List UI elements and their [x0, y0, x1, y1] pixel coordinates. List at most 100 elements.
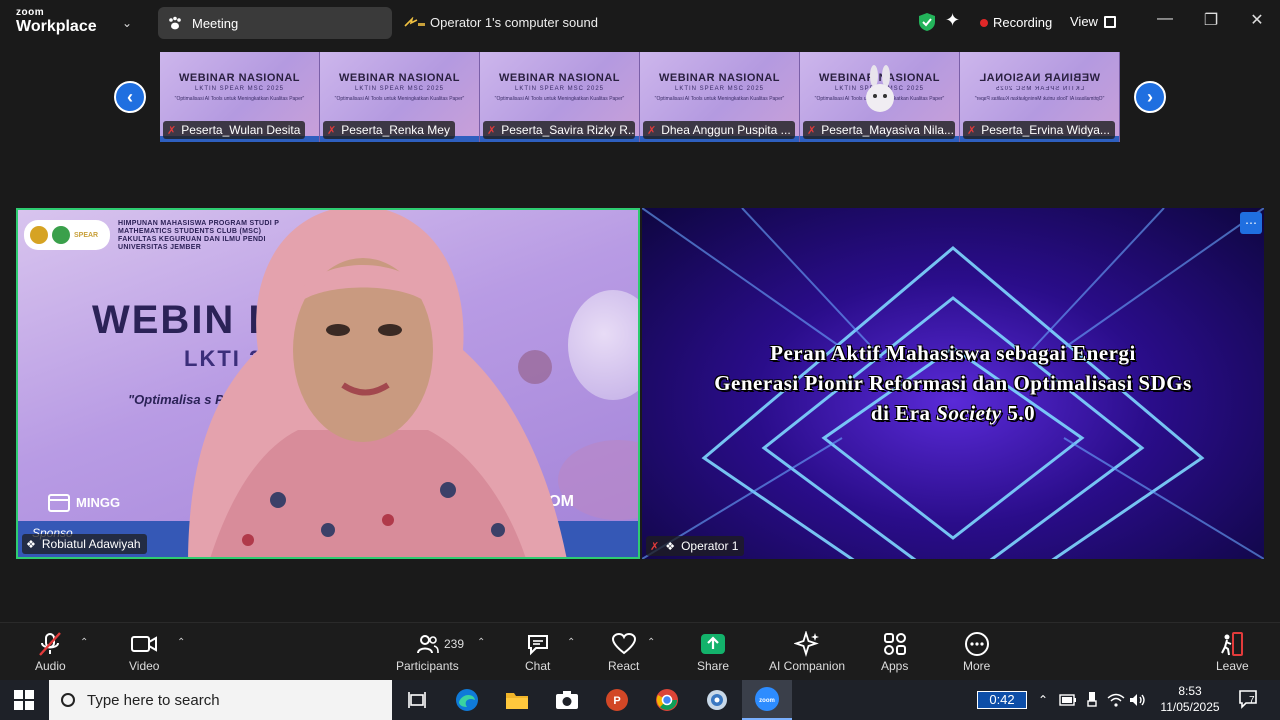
task-view-icon[interactable]: [405, 688, 429, 712]
leave-icon: [1219, 631, 1245, 657]
slide-line-italic: Society: [936, 401, 1002, 425]
thumb-name-tag: ✗ Peserta_Wulan Desita: [163, 121, 306, 139]
sound-label: Operator 1's computer sound: [430, 15, 598, 30]
camera-app-icon[interactable]: [552, 688, 582, 712]
apps-button[interactable]: Apps: [881, 631, 908, 673]
zoom-taskbar-icon[interactable]: zoom: [742, 680, 792, 720]
volume-icon[interactable]: [1128, 688, 1148, 712]
meeting-toolbar: Audio ⌃ Video ⌃ Participants 239 ⌃ Chat …: [0, 622, 1280, 680]
leave-button[interactable]: Leave: [1216, 631, 1249, 673]
video-camera-icon: [130, 631, 158, 657]
heart-icon: [611, 631, 637, 657]
chat-caret-icon[interactable]: ⌃: [567, 637, 575, 648]
view-button[interactable]: View: [1070, 14, 1116, 29]
svg-text:P: P: [613, 695, 620, 707]
wifi-icon[interactable]: [1106, 688, 1126, 712]
video-label: Video: [129, 659, 160, 673]
thumb-slide-tagline: "Optimalisasi AI Tools untuk Meningkatka…: [974, 96, 1105, 102]
ai-sparkle-icon[interactable]: ✦: [945, 10, 960, 31]
windows-start-icon[interactable]: [14, 690, 34, 710]
chrome-icon[interactable]: [652, 688, 682, 712]
more-button[interactable]: More: [963, 631, 990, 673]
more-options-icon[interactable]: ⋯: [1240, 212, 1262, 234]
paw-icon: [166, 14, 184, 32]
speaker-name: Robiatul Adawiyah: [41, 537, 141, 551]
strip-prev-button[interactable]: ‹: [114, 81, 146, 113]
participant-name: Peserta_Renka Mey: [341, 123, 450, 137]
ai-companion-label: AI Companion: [769, 659, 846, 673]
view-label: View: [1070, 14, 1098, 29]
more-label: More: [963, 659, 991, 673]
banner-date: MINGG: [48, 492, 120, 512]
slide-line-part: di Era: [870, 401, 937, 425]
speaker-person: [188, 210, 567, 557]
participant-thumb[interactable]: WEBINAR NASIONAL LKTIN SPEAR MSC 2025 "O…: [800, 52, 960, 142]
more-dots-icon: [964, 631, 990, 657]
pin-icon: ❖: [665, 540, 676, 553]
audio-label: Audio: [35, 659, 66, 673]
chevron-up-icon[interactable]: ⌃: [1033, 688, 1053, 712]
mic-muted-icon: [37, 631, 63, 657]
thumb-slide-tagline: "Optimalisasi AI Tools untuk Meningkatka…: [654, 96, 785, 102]
close-icon[interactable]: ✕: [1245, 10, 1269, 30]
minimize-icon[interactable]: —: [1153, 10, 1177, 28]
apps-label: Apps: [881, 659, 909, 673]
thumb-slide-tagline: "Optimalisasi AI Tools untuk Meningkatka…: [174, 96, 305, 102]
spear-logo-icon: [404, 15, 425, 29]
share-button[interactable]: Share: [697, 631, 729, 673]
battery-icon[interactable]: [1058, 688, 1078, 712]
video-button[interactable]: Video: [129, 631, 159, 673]
participants-caret-icon[interactable]: ⌃: [477, 637, 485, 648]
participants-count: 239: [444, 637, 465, 651]
powerpoint-icon[interactable]: P: [602, 688, 632, 712]
react-caret-icon[interactable]: ⌃: [647, 637, 655, 648]
participant-thumb[interactable]: WEBINAR NASIONAL LKTIN SPEAR MSC 2025 "O…: [160, 52, 320, 142]
slide-line: di Era Society 5.0: [642, 398, 1264, 428]
notification-center-icon[interactable]: 7: [1238, 689, 1260, 709]
file-explorer-icon[interactable]: [502, 688, 532, 712]
meeting-menu-button[interactable]: Meeting: [158, 7, 392, 39]
usb-icon[interactable]: [1082, 688, 1102, 712]
taskbar-search-box[interactable]: Type here to search: [49, 680, 392, 720]
mic-muted-icon: ✗: [647, 124, 657, 137]
video-caret-icon[interactable]: ⌃: [177, 637, 185, 648]
participant-thumb[interactable]: WEBINAR NASIONAL LKTIN SPEAR MSC 2025 "O…: [480, 52, 640, 142]
participant-thumb[interactable]: WEBINAR NASIONAL LKTIN SPEAR MSC 2025 "O…: [320, 52, 480, 142]
taskbar-clock[interactable]: 8:53 11/05/2025: [1155, 683, 1225, 715]
shared-screen-tile[interactable]: ⋯ Peran Aktif Mahasiswa sebagai Energi G…: [642, 208, 1264, 559]
slide-line: Peran Aktif Mahasiswa sebagai Energi: [770, 341, 1136, 365]
windows-taskbar: Type here to search P zoom ⌃: [0, 680, 1280, 720]
thumb-slide-subtitle: LKTIN SPEAR MSC 2025: [514, 86, 605, 92]
shield-check-icon[interactable]: [918, 12, 936, 32]
zoom-logo: zoom Workplace: [16, 8, 97, 35]
app-globe-icon[interactable]: [702, 688, 732, 712]
speaker-video-tile[interactable]: SPEAR HIMPUNAN MAHASISWA PROGRAM STUDI P…: [16, 208, 640, 559]
chevron-down-icon[interactable]: ⌄: [122, 16, 132, 30]
thumb-slide-tagline: "Optimalisasi AI Tools untuk Meningkatka…: [494, 96, 625, 102]
calendar-icon: [48, 494, 70, 512]
top-bar: zoom Workplace ⌄ Meeting Operator 1's co…: [0, 0, 1280, 46]
notification-count: 7: [1249, 695, 1255, 706]
react-button[interactable]: React: [608, 631, 639, 673]
thumb-slide-title: WEBINAR NASIONAL: [498, 72, 621, 84]
strip-next-button[interactable]: ›: [1134, 81, 1166, 113]
restore-icon[interactable]: ❐: [1199, 10, 1223, 30]
participant-thumb[interactable]: WEBINAR NASIONAL LKTIN SPEAR MSC 2025 "O…: [640, 52, 800, 142]
thumb-slide-subtitle: LKTIN SPEAR MSC 2025: [994, 86, 1085, 92]
thumb-name-tag: ✗ Peserta_Ervina Widya...: [963, 121, 1115, 139]
ai-companion-button[interactable]: AI Companion: [769, 631, 845, 673]
participant-name: Peserta_Ervina Widya...: [981, 123, 1110, 137]
thumb-slide-subtitle: LKTIN SPEAR MSC 2025: [194, 86, 285, 92]
thumb-slide-title: WEBINAR NASIONAL: [978, 72, 1101, 84]
participant-thumb[interactable]: WEBINAR NASIONAL LKTIN SPEAR MSC 2025 "O…: [960, 52, 1120, 142]
clock-time: 8:53: [1178, 684, 1202, 698]
recording-indicator[interactable]: Recording: [980, 15, 1052, 30]
chat-button[interactable]: Chat: [525, 631, 550, 673]
recording-dot-icon: [980, 18, 988, 27]
university-logo-icon: [30, 226, 48, 244]
operator-name: Operator 1: [681, 539, 739, 553]
audio-caret-icon[interactable]: ⌃: [80, 637, 88, 648]
zoom-window: zoom Workplace ⌄ Meeting Operator 1's co…: [0, 0, 1280, 720]
audio-button[interactable]: Audio: [35, 631, 66, 673]
edge-browser-icon[interactable]: [452, 688, 482, 712]
